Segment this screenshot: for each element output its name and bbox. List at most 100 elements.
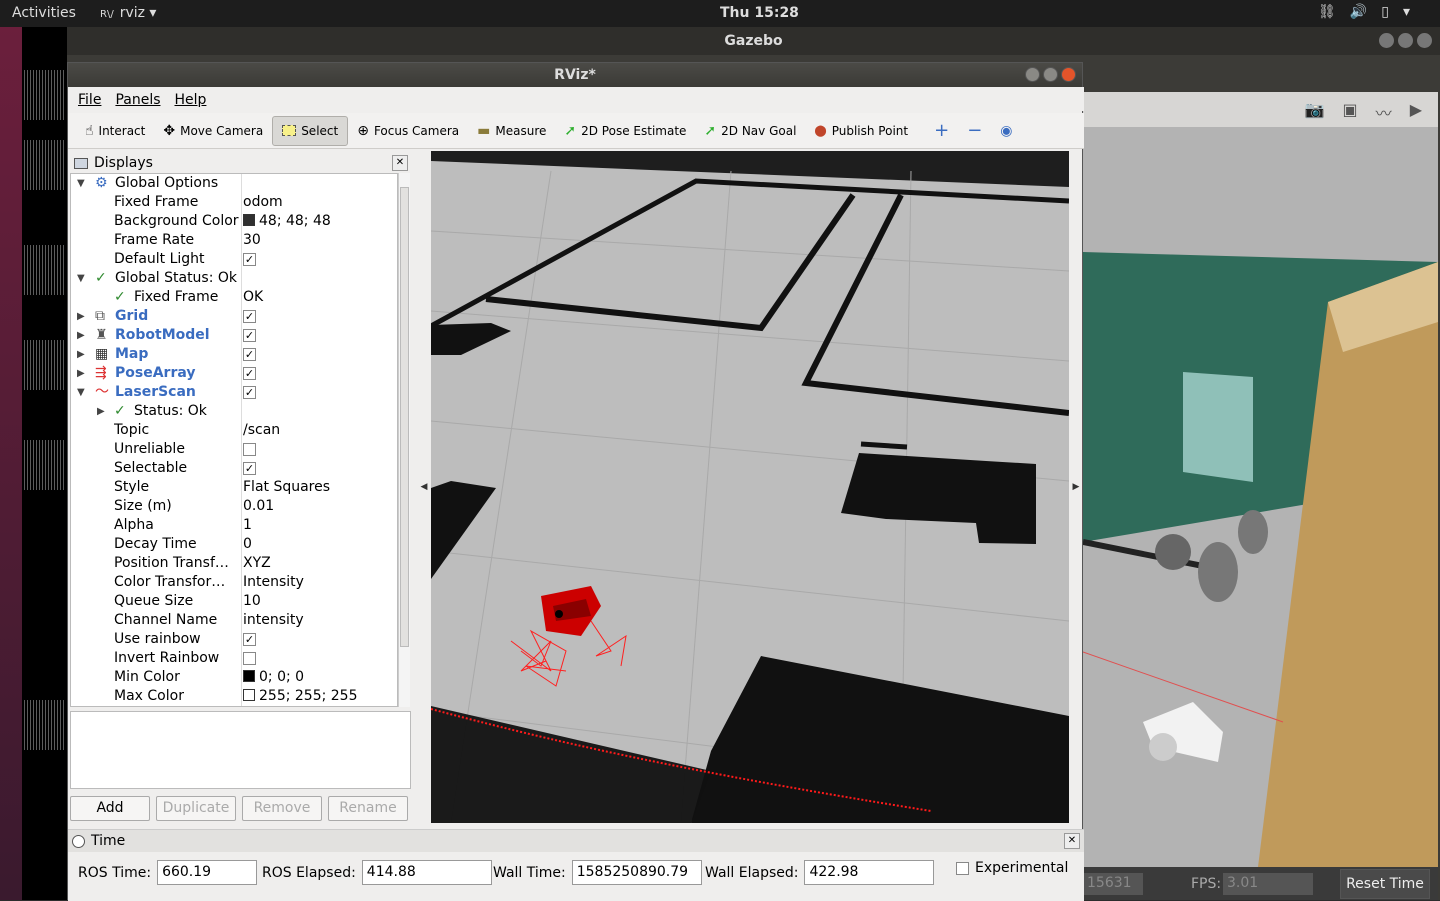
tree-value[interactable]: 255; 255; 255: [243, 687, 358, 706]
close-button[interactable]: [1061, 67, 1076, 82]
displays-tree[interactable]: ▼ ⚙ Global Options Fixed Frame odom Backgroun…: [70, 173, 398, 707]
tree-row[interactable]: ▶ ♜ RobotModel ✓: [71, 326, 397, 345]
tree-row[interactable]: Topic/scan: [71, 421, 397, 440]
tree-row[interactable]: Invert Rainbow: [71, 649, 397, 668]
tree-row[interactable]: Decay Time 0: [71, 535, 397, 554]
tree-row[interactable]: ▶ ✓ Status: Ok: [71, 402, 397, 421]
tree-value[interactable]: ✓: [243, 326, 256, 345]
tree-value[interactable]: OK: [243, 288, 263, 307]
expand-arrow-icon[interactable]: ▶: [77, 364, 85, 383]
expand-arrow-icon[interactable]: ▼: [77, 174, 85, 193]
wall-elapsed-field[interactable]: 422.98: [804, 860, 935, 885]
maximize-button[interactable]: [1398, 33, 1413, 48]
checkbox[interactable]: ✓: [243, 309, 256, 323]
checkbox[interactable]: ✓: [243, 632, 256, 646]
tree-value[interactable]: 30: [243, 231, 261, 250]
eye-icon[interactable]: ◉: [991, 116, 1021, 146]
tree-value[interactable]: ✓: [243, 459, 256, 478]
wall-time-field[interactable]: 1585250890.79: [571, 860, 702, 885]
tree-scrollbar[interactable]: [398, 173, 410, 707]
tree-row[interactable]: Unreliable: [71, 440, 397, 459]
tree-row[interactable]: ▼ ✓ Global Status: Ok: [71, 269, 397, 288]
expand-arrow-icon[interactable]: ▶: [77, 326, 85, 345]
tool-select[interactable]: Select: [272, 115, 349, 146]
ros-time-field[interactable]: 660.19: [157, 860, 258, 885]
system-tray[interactable]: ⛓ 🔊 ▯ ▾: [1318, 4, 1410, 20]
tree-row[interactable]: Use rainbow ✓: [71, 630, 397, 649]
expand-arrow-icon[interactable]: ▶: [77, 345, 85, 364]
checkbox[interactable]: ✓: [243, 328, 256, 342]
collapse-left-handle[interactable]: ◀: [419, 151, 429, 823]
tree-value[interactable]: ✓: [243, 364, 256, 383]
expand-arrow-icon[interactable]: ▶: [77, 307, 85, 326]
tree-row[interactable]: ▶ ⧉ Grid ✓: [71, 307, 397, 326]
tree-row[interactable]: Selectable ✓: [71, 459, 397, 478]
checkbox[interactable]: ✓: [243, 347, 256, 361]
expand-arrow-icon[interactable]: ▼: [77, 269, 85, 288]
close-panel-button[interactable]: ✕: [392, 155, 408, 171]
maximize-button[interactable]: [1043, 67, 1058, 82]
tree-row[interactable]: Style Flat Squares: [71, 478, 397, 497]
tree-value[interactable]: odom: [243, 193, 283, 212]
minimize-button[interactable]: [1379, 33, 1394, 48]
tree-row[interactable]: Min Color 0; 0; 0: [71, 668, 397, 687]
tree-row[interactable]: Default Light ✓: [71, 250, 397, 269]
collapse-right-handle[interactable]: ▶: [1070, 151, 1082, 823]
tree-value[interactable]: 0: [243, 535, 252, 554]
activities-button[interactable]: Activities: [12, 5, 76, 21]
checkbox[interactable]: ✓: [243, 461, 256, 475]
tool-2d-pose-estimate[interactable]: ➚ 2D Pose Estimate: [555, 116, 695, 146]
checkbox[interactable]: ✓: [243, 385, 256, 399]
expand-arrow-icon[interactable]: ▼: [77, 383, 85, 402]
close-button[interactable]: [1417, 33, 1432, 48]
tool-focus-camera[interactable]: ⊕ Focus Camera: [348, 116, 468, 146]
experimental-checkbox[interactable]: [956, 861, 969, 875]
tree-value[interactable]: ✓: [243, 345, 256, 364]
tree-value[interactable]: XYZ: [243, 554, 271, 573]
tree-value[interactable]: ✓: [243, 383, 256, 402]
render-view-3d[interactable]: [431, 151, 1069, 823]
tree-value[interactable]: 1: [243, 516, 252, 535]
tree-row[interactable]: ✓ Fixed Frame OK: [71, 288, 397, 307]
tree-value[interactable]: ✓: [243, 250, 256, 269]
tool-measure[interactable]: ▬ Measure: [468, 116, 555, 146]
tree-row[interactable]: ▶ ▦ Map ✓: [71, 345, 397, 364]
checkbox[interactable]: [243, 651, 256, 665]
plot-icon[interactable]: 〰: [1376, 100, 1392, 123]
tree-row[interactable]: Color Transfor… Intensity: [71, 573, 397, 592]
clock[interactable]: Thu 15:28: [720, 5, 799, 21]
tool-move-camera[interactable]: ✥ Move Camera: [154, 116, 272, 146]
screenshot-icon[interactable]: 📷: [1305, 100, 1325, 119]
remove-button[interactable]: Remove: [242, 796, 322, 821]
video-record-icon[interactable]: ▶: [1410, 100, 1422, 119]
tree-row[interactable]: Alpha 1: [71, 516, 397, 535]
tool-publish-point[interactable]: ⬤ Publish Point: [805, 116, 917, 146]
tree-row[interactable]: ▼ ⚙ Global Options: [71, 174, 397, 193]
minimize-button[interactable]: [1025, 67, 1040, 82]
menu-help[interactable]: Help: [175, 92, 207, 108]
tree-value[interactable]: [243, 649, 256, 668]
tree-row[interactable]: Fixed Frame odom: [71, 193, 397, 212]
tree-row[interactable]: Size (m) 0.01: [71, 497, 397, 516]
gazebo-3d-view[interactable]: [1083, 92, 1438, 867]
add-button[interactable]: Add: [70, 796, 150, 821]
tree-value[interactable]: Flat Squares: [243, 478, 330, 497]
tree-value[interactable]: intensity: [243, 611, 304, 630]
tree-row[interactable]: Background Color 48; 48; 48: [71, 212, 397, 231]
menu-file[interactable]: File: [78, 92, 101, 108]
minus-icon[interactable]: −: [958, 116, 991, 146]
tree-row[interactable]: ▼ 〜 LaserScan ✓: [71, 383, 397, 402]
checkbox[interactable]: ✓: [243, 366, 256, 380]
scrollbar-thumb[interactable]: [400, 187, 409, 647]
tree-value[interactable]: /scan: [243, 421, 280, 440]
tree-row[interactable]: Position Transf… XYZ: [71, 554, 397, 573]
close-panel-button[interactable]: ✕: [1064, 833, 1080, 849]
tree-row[interactable]: Frame Rate 30: [71, 231, 397, 250]
tree-row[interactable]: Queue Size 10: [71, 592, 397, 611]
checkbox[interactable]: ✓: [243, 252, 256, 266]
tree-value[interactable]: Intensity: [243, 573, 304, 592]
menu-panels[interactable]: Panels: [115, 92, 160, 108]
tree-value[interactable]: 10: [243, 592, 261, 611]
app-menu[interactable]: R\/ rviz ▾: [100, 5, 156, 21]
ros-elapsed-field[interactable]: 414.88: [361, 860, 492, 885]
